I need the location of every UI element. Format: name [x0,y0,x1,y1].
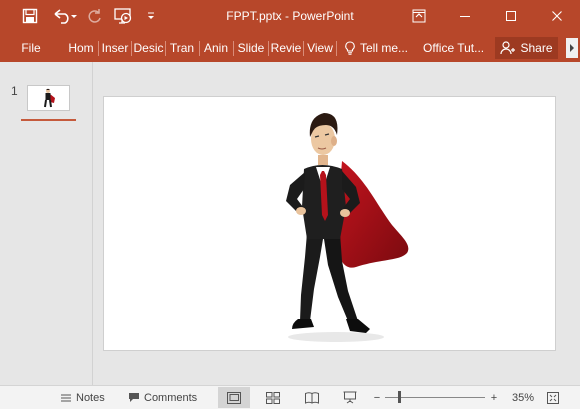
close-icon[interactable] [534,0,580,32]
zoom-level[interactable]: 35% [512,386,534,409]
tab-review[interactable]: Revie [270,34,302,62]
tab-separator [98,41,99,56]
tab-separator [131,41,132,56]
tell-me-label: Tell me... [360,41,409,55]
tab-home[interactable]: Hom [66,34,96,62]
tab-file[interactable]: File [14,34,48,62]
chevron-right-icon [570,44,574,52]
zoom-in-button[interactable]: + [489,386,499,409]
status-bar: Notes Comments − + 35% [0,385,580,409]
superhero-businessman-image [286,113,409,342]
notes-button[interactable]: Notes [60,386,105,409]
slide-show-view-button[interactable] [334,387,366,408]
share-label: Share [520,41,553,55]
tab-separator [336,41,337,56]
zoom-slider-thumb[interactable] [398,391,401,403]
comments-button[interactable]: Comments [128,386,197,409]
tab-separator [199,41,200,56]
slide-number: 1 [11,84,18,98]
comment-icon [129,393,139,402]
ribbon-tabs: File Hom Inser Desic Tran Anin Slide Rev… [0,34,580,62]
tab-animations[interactable]: Anin [201,34,231,62]
notes-icon [61,394,71,401]
normal-view-button[interactable] [218,387,250,408]
tab-separator [268,41,269,56]
tab-separator [233,41,234,56]
fit-to-window-icon [547,391,559,404]
reading-view-icon [305,391,319,404]
slide-sorter-view-button[interactable] [257,387,289,408]
tab-separator [165,41,166,56]
slide-editing-area [94,62,580,385]
slide-show-icon [343,391,357,404]
tell-me-search[interactable]: Tell me... [344,34,414,62]
comments-label: Comments [144,391,198,404]
tab-separator [303,41,304,56]
tab-office-tutorials[interactable]: Office Tut... [423,34,489,62]
zoom-out-button[interactable]: − [372,386,382,409]
normal-view-icon [227,391,241,404]
share-person-icon [500,41,516,55]
ribbon-display-options-icon[interactable] [396,0,442,32]
slide-thumbnail-pane: 1 [0,62,93,385]
slide-canvas[interactable] [103,96,556,351]
lightbulb-icon [345,41,355,55]
thumbnail-insertion-marker [21,119,76,121]
tab-slide-show[interactable]: Slide [235,34,267,62]
superhero-thumbnail-image [44,88,55,108]
notes-label: Notes [76,391,105,404]
tab-transitions[interactable]: Tran [167,34,197,62]
minimize-icon[interactable] [442,0,488,32]
share-button[interactable]: Share [495,37,558,59]
title-bar: FPPT.pptx - PowerPoint [0,0,580,34]
tab-view[interactable]: View [305,34,335,62]
tab-design[interactable]: Desic [133,34,164,62]
maximize-icon[interactable] [488,0,534,32]
ribbon-scroll-right-button[interactable] [566,38,578,58]
slide-sorter-icon [266,391,280,404]
tab-insert[interactable]: Inser [100,34,130,62]
slide-thumbnail[interactable] [27,85,70,111]
fit-slide-button[interactable] [540,387,566,408]
reading-view-button[interactable] [296,387,328,408]
